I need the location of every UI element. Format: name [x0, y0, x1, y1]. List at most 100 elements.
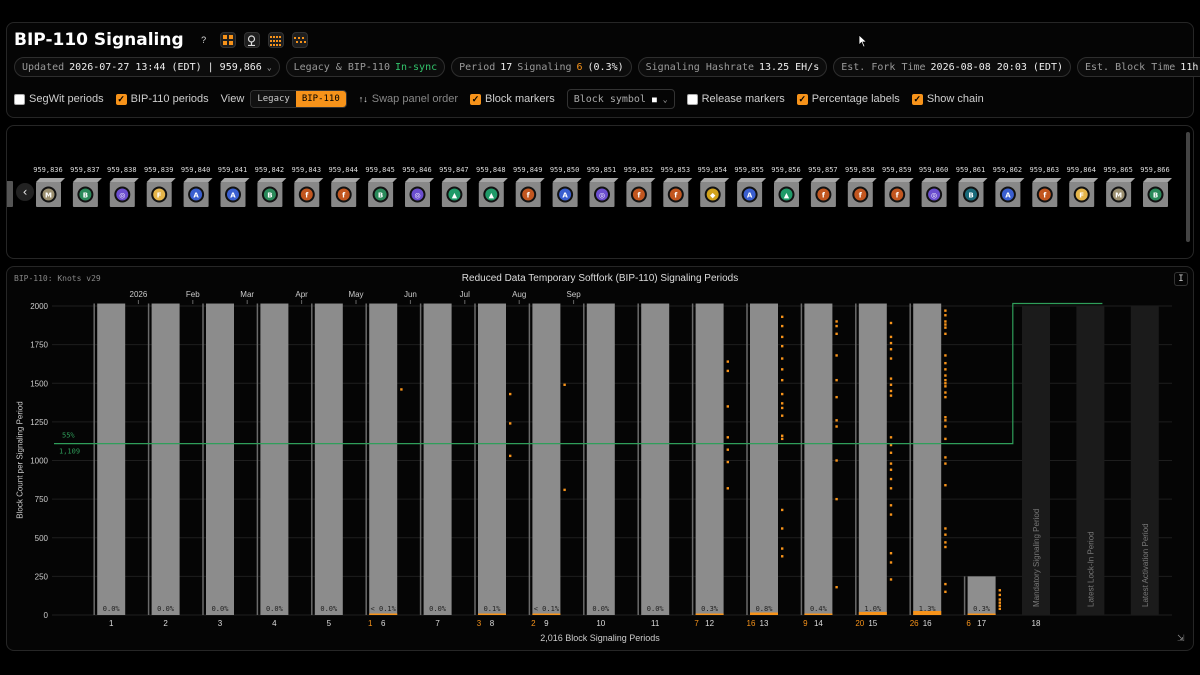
block-marker: [781, 434, 784, 437]
y-tick-label: 750: [35, 495, 49, 504]
month-label: Aug: [512, 290, 526, 299]
signal-count-label: 9: [803, 619, 808, 628]
x-tick-label: 1: [109, 619, 114, 628]
block-marker: [726, 405, 729, 408]
block-marker: [726, 448, 729, 451]
block-marker: [944, 395, 947, 399]
pct-label: 0.0%: [103, 605, 121, 613]
block-marker: [835, 324, 838, 328]
threshold-value-label: 1,109: [59, 448, 80, 456]
x-tick-label: 15: [868, 619, 877, 628]
block-marker: [781, 406, 784, 410]
x-tick-label: 7: [435, 619, 440, 628]
period-bar: [151, 303, 180, 615]
period-bar: [532, 303, 561, 615]
block-marker: [835, 497, 838, 501]
block-marker: [944, 320, 947, 323]
block-marker: [889, 321, 893, 325]
block-marker: [835, 332, 838, 336]
y-tick-label: 1750: [30, 341, 48, 350]
x-tick-label: 8: [490, 619, 495, 628]
block-marker: [944, 332, 947, 336]
block-marker: [781, 508, 784, 512]
pct-label: 0.0%: [212, 605, 230, 613]
period-bar: [750, 303, 778, 615]
y-tick-label: 500: [35, 534, 49, 543]
block-marker: [889, 477, 893, 481]
info-button[interactable]: I: [1174, 272, 1188, 286]
x-tick-label: 13: [760, 619, 769, 628]
block-marker: [944, 416, 947, 419]
signal-count-label: 20: [855, 619, 864, 628]
period-bar: [478, 303, 506, 615]
signal-fill: [478, 613, 506, 615]
x-tick-label: 17: [977, 619, 986, 628]
block-marker: [889, 383, 893, 386]
block-marker: [781, 335, 784, 339]
period-bar: [858, 303, 887, 615]
block-marker: [944, 382, 947, 385]
period-bar: [369, 303, 398, 615]
block-marker: [889, 451, 893, 454]
pct-label: 0.0%: [157, 605, 175, 613]
pct-label: 0.1%: [484, 605, 502, 613]
signal-count-label: 2: [531, 619, 536, 628]
x-tick-label: 16: [923, 619, 932, 628]
block-marker: [781, 437, 784, 441]
block-marker: [835, 320, 838, 323]
x-tick-label: 10: [596, 619, 605, 628]
pct-label: 0.8%: [756, 605, 774, 613]
block-marker: [889, 504, 893, 507]
block-marker: [781, 402, 784, 405]
resize-handle-icon[interactable]: ⇲: [1177, 633, 1185, 644]
block-marker: [400, 388, 403, 391]
block-marker: [944, 354, 947, 357]
block-marker: [998, 593, 1001, 597]
block-marker: [781, 357, 784, 360]
signal-fill: [804, 613, 833, 615]
month-label: Feb: [186, 290, 200, 299]
period-bar: [423, 303, 452, 615]
block-marker: [781, 368, 784, 371]
block-marker: [944, 326, 947, 329]
block-marker: [889, 436, 893, 439]
future-period-label: Latest Activation Period: [1141, 523, 1150, 607]
block-marker: [889, 578, 893, 581]
month-label: Jul: [460, 290, 470, 299]
future-period-label: Mandatory Signaling Period: [1032, 509, 1041, 607]
period-bar: [695, 303, 724, 615]
month-label: May: [348, 290, 363, 299]
period-bar: [314, 303, 343, 615]
block-marker: [998, 607, 1001, 611]
x-tick-label: 5: [327, 619, 332, 628]
y-tick-label: 0: [44, 611, 49, 620]
period-bar: [586, 303, 615, 615]
block-marker: [726, 487, 729, 490]
block-marker: [563, 383, 566, 386]
signal-fill: [967, 613, 996, 615]
block-marker: [889, 513, 893, 516]
period-bar: [913, 303, 942, 615]
block-marker: [889, 468, 893, 471]
block-marker: [835, 419, 838, 422]
block-marker: [889, 348, 893, 351]
block-marker: [944, 309, 947, 312]
pct-label: 0.0%: [429, 605, 447, 613]
signal-fill: [369, 613, 398, 615]
block-marker: [998, 601, 1001, 604]
block-marker: [944, 541, 947, 544]
future-period-label: Latest Lock-In Period: [1086, 531, 1095, 607]
block-marker: [781, 344, 784, 348]
block-marker: [781, 547, 784, 550]
block-marker: [998, 598, 1001, 601]
block-marker: [726, 436, 729, 439]
block-marker: [726, 360, 729, 363]
period-bar: [206, 303, 234, 615]
pct-label: 0.3%: [701, 605, 719, 613]
x-tick-label: 14: [814, 619, 823, 628]
block-marker: [835, 425, 838, 428]
signaling-chart: 0250500750100012501500175020002026 Feb Mar…: [30, 290, 1172, 628]
block-marker: [944, 385, 947, 388]
signal-count-label: 6: [966, 619, 971, 628]
x-tick-label: 4: [272, 619, 277, 628]
